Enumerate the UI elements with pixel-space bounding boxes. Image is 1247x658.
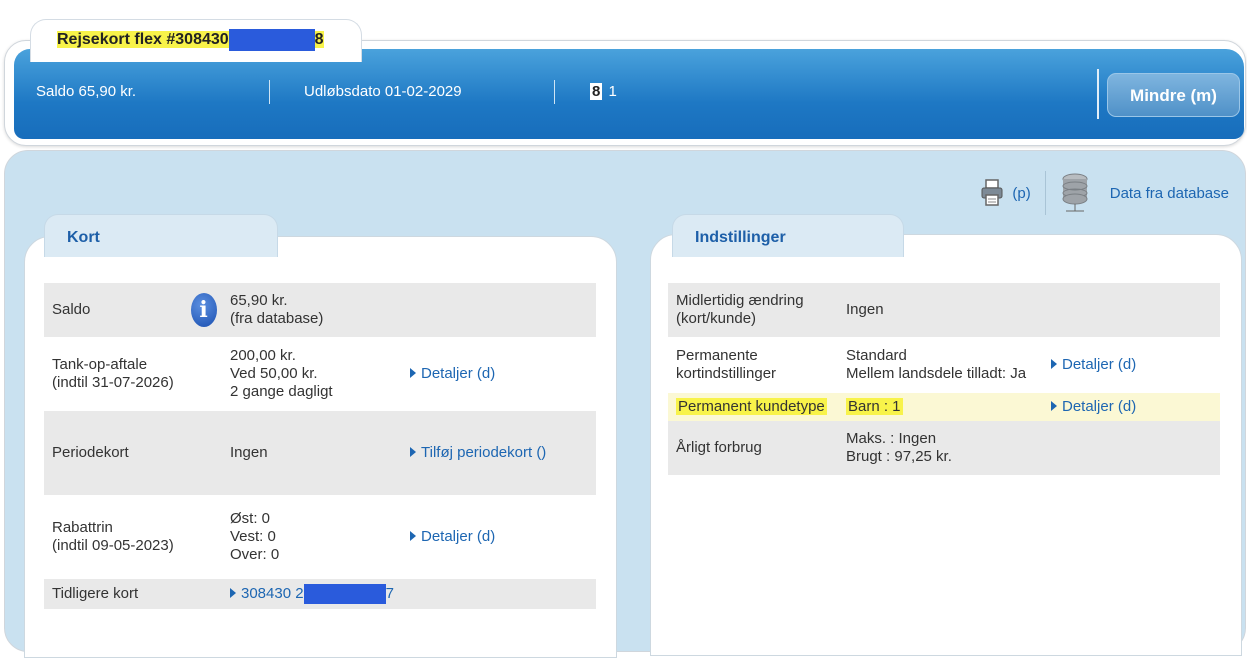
row-value: 200,00 kr. Ved 50,00 kr. 2 gange dagligt (222, 337, 402, 411)
triangle-right-icon (1051, 359, 1057, 369)
row-label: Saldo (44, 283, 185, 337)
rabat-label: Rabattrin (52, 519, 113, 536)
row-value: Ingen (838, 283, 1043, 337)
less-button[interactable]: Mindre (m) (1107, 73, 1240, 117)
permanente-standard: Standard (846, 347, 907, 364)
card-title-prefix: Rejsekort flex #308430 (57, 31, 229, 49)
header-counter: 8 1 (590, 83, 617, 100)
rabat-vest: Vest: 0 (230, 528, 276, 545)
table-row-saldo: Saldo i 65,90 kr. (fra database) (44, 283, 596, 337)
row-value: Standard Mellem landsdele tilladt: Ja (838, 337, 1043, 393)
indstillinger-tab-label: Indstillinger (695, 229, 786, 246)
row-label: Tidligere kort (44, 579, 185, 609)
triangle-right-icon (1051, 401, 1057, 411)
header-divider (269, 80, 270, 104)
row-label: Årligt forbrug (668, 421, 838, 475)
tankop-frequency: 2 gange dagligt (230, 383, 333, 400)
link-label: Detaljer (d) (1062, 398, 1137, 415)
header-divider (554, 80, 555, 104)
tankop-amount: 200,00 kr. (230, 347, 296, 364)
table-row-tankop: Tank-op-aftale (indtil 31-07-2026) 200,0… (44, 337, 596, 411)
permanente-details-link[interactable]: Detaljer (d) (1051, 356, 1136, 373)
indstillinger-tab: Indstillinger (672, 214, 904, 257)
tankop-details-link[interactable]: Detaljer (d) (410, 365, 495, 382)
table-row-midlertidig: Midlertidig ændring (kort/kunde) Ingen (668, 283, 1220, 337)
row-value: 65,90 kr. (fra database) (222, 283, 402, 337)
row-label: Tank-op-aftale (indtil 31-07-2026) (44, 337, 185, 411)
tankop-label: Tank-op-aftale (52, 356, 148, 373)
saldo-amount: 65,90 kr. (230, 292, 288, 309)
table-row-tidligere: Tidligere kort 308430 2 7 (44, 579, 596, 609)
link-label: Tilføj periodekort () (421, 444, 547, 461)
row-value: Øst: 0 Vest: 0 Over: 0 (222, 495, 402, 579)
database-link[interactable]: Data fra database (1110, 185, 1229, 202)
row-label: Permanente kortindstillinger (668, 337, 838, 393)
redaction-block (228, 29, 315, 51)
permanente-label: Permanente (676, 347, 758, 364)
printer-icon[interactable] (980, 178, 1004, 208)
previous-card-link[interactable]: 308430 2 7 (230, 584, 394, 604)
link-label: Detaljer (d) (421, 528, 496, 545)
row-label: Midlertidig ændring (kort/kunde) (668, 283, 838, 337)
database-icon[interactable] (1060, 171, 1090, 215)
triangle-right-icon (410, 368, 416, 378)
row-label: Rabattrin (indtil 09-05-2023) (44, 495, 185, 579)
header-divider (1097, 69, 1099, 119)
triangle-right-icon (410, 531, 416, 541)
card-title-suffix: 8 (314, 31, 324, 49)
rabat-details-link[interactable]: Detaljer (d) (410, 528, 495, 545)
table-row-kundetype: Permanent kundetype Barn : 1 Detaljer (d… (668, 393, 1220, 421)
header-count-b: 1 (608, 83, 617, 100)
triangle-right-icon (230, 587, 236, 598)
kundetype-value: Barn : 1 (846, 398, 903, 415)
card-title: Rejsekort flex #308430 8 (57, 29, 324, 51)
row-value: Ingen (222, 411, 402, 495)
rabat-over: Over: 0 (230, 546, 280, 563)
midlertidig-sub: (kort/kunde) (676, 310, 757, 327)
indstillinger-table: Midlertidig ændring (kort/kunde) Ingen P… (668, 283, 1220, 475)
card-tab: Rejsekort flex #308430 8 (30, 19, 362, 62)
kort-tab: Kort (44, 214, 278, 257)
previous-card-prefix: 308430 2 (241, 584, 304, 602)
header-count-a: 8 (590, 83, 603, 100)
row-label: Periodekort (44, 411, 185, 495)
tankop-threshold: Ved 50,00 kr. (230, 365, 318, 382)
rabat-until: (indtil 09-05-2023) (52, 537, 174, 554)
kundetype-label: Permanent kundetype (676, 398, 827, 415)
permanente-sub: kortindstillinger (676, 365, 777, 382)
triangle-right-icon (410, 447, 416, 457)
toolbar: (p) Data fra database (980, 168, 1229, 218)
header-saldo: Saldo 65,90 kr. (36, 83, 137, 100)
kort-tab-label: Kort (67, 229, 100, 246)
tankop-until: (indtil 31-07-2026) (52, 374, 174, 391)
link-label: Detaljer (d) (421, 365, 496, 382)
header-expiry: Udløbsdato 01-02-2029 (304, 83, 462, 100)
link-label: Detaljer (d) (1062, 356, 1137, 373)
row-value: Maks. : Ingen Brugt : 97,25 kr. (838, 421, 1043, 475)
table-row-rabattrin: Rabattrin (indtil 09-05-2023) Øst: 0 Ves… (44, 495, 596, 579)
forbrug-used: Brugt : 97,25 kr. (846, 448, 952, 465)
saldo-source: (fra database) (230, 310, 324, 327)
add-periodekort-link[interactable]: Tilføj periodekort () (410, 444, 546, 461)
table-row-permanente: Permanente kortindstillinger Standard Me… (668, 337, 1220, 393)
print-link[interactable]: (p) (1012, 185, 1030, 202)
info-icon[interactable]: i (190, 293, 217, 327)
kundetype-details-link[interactable]: Detaljer (d) (1051, 398, 1136, 415)
toolbar-divider (1044, 171, 1046, 215)
forbrug-max: Maks. : Ingen (846, 430, 937, 447)
previous-card-suffix: 7 (385, 584, 394, 602)
table-row-periodekort: Periodekort Ingen Tilføj periodekort () (44, 411, 596, 495)
card-summary-bar: Saldo 65,90 kr. Udløbsdato 01-02-2029 8 … (14, 49, 1244, 139)
kort-table: Saldo i 65,90 kr. (fra database) Tank-op… (44, 283, 596, 609)
table-row-forbrug: Årligt forbrug Maks. : Ingen Brugt : 97,… (668, 421, 1220, 475)
rabat-oest: Øst: 0 (230, 510, 271, 527)
redaction-block (303, 584, 386, 604)
permanente-landsdele: Mellem landsdele tilladt: Ja (846, 365, 1027, 382)
midlertidig-label: Midlertidig ændring (676, 292, 804, 309)
